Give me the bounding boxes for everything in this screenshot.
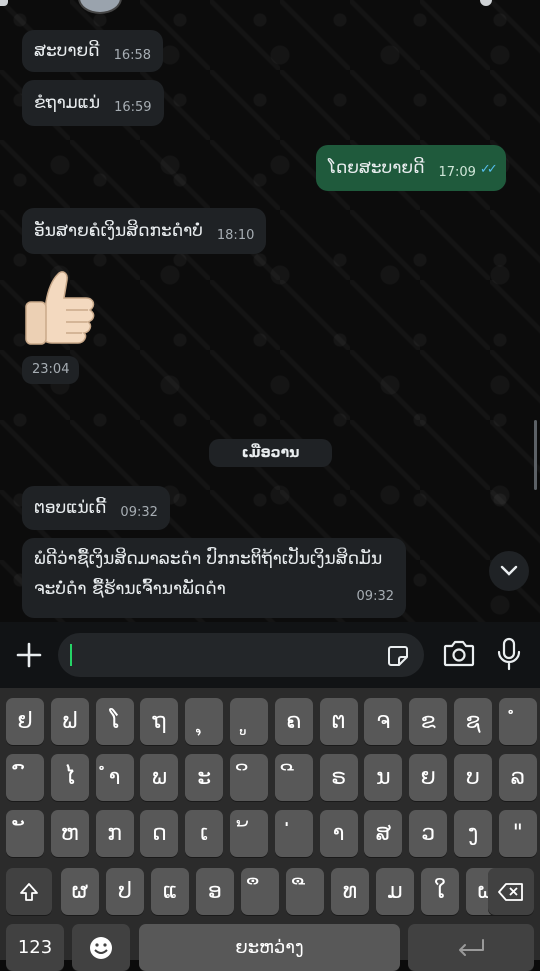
message-time: 09:32	[120, 505, 158, 520]
camera-button[interactable]	[443, 639, 475, 671]
key[interactable]: ໂ	[95, 698, 134, 745]
call-icon[interactable]	[480, 0, 492, 6]
key[interactable]: ໍ	[498, 698, 537, 745]
read-ticks-icon: ✓✓	[479, 162, 498, 177]
key[interactable]: ດ	[140, 810, 179, 857]
message-text: ຂໍຖາມແນ່	[34, 93, 101, 113]
key[interactable]: ິ	[230, 754, 268, 801]
message-input-bar	[0, 622, 540, 688]
message-text-line: ຈະບໍ່ດໍາ ຊື້ຮ້ານເຈົ້ານາພັດດໍາ	[34, 579, 226, 599]
emoji-icon	[90, 936, 112, 959]
key[interactable]: ະ	[185, 754, 224, 801]
key[interactable]: ົ	[6, 754, 44, 801]
message-text: ຕອບແນ່ເດີ້	[34, 498, 107, 518]
back-icon[interactable]	[0, 0, 8, 6]
key[interactable]: ຢ	[6, 698, 44, 745]
message-text: ອັນສາຍຄໍເງິນສິດກະດໍາບໍ່	[34, 221, 203, 241]
chevron-down-icon	[500, 565, 518, 576]
message-bubble[interactable]: ຂໍຖາມແນ່ 16:59	[22, 80, 164, 126]
message-bubble[interactable]: ຕອບແນ່ເດີ້ 09:32	[22, 486, 170, 530]
space-key[interactable]: ຍະຫວ່າງ	[139, 924, 400, 971]
shift-key[interactable]	[6, 868, 52, 915]
sticker-button[interactable]	[386, 644, 410, 672]
key[interactable]: ໄ	[50, 754, 89, 801]
message-bubble[interactable]: ພໍດີວ່າຊື້ເງິນສິດມາລະດໍາ ປົກກະຕິຖ້າເປັນເ…	[22, 538, 406, 618]
key[interactable]: ມ	[376, 868, 414, 915]
scroll-indicator[interactable]	[534, 420, 537, 490]
key[interactable]: ຂ	[409, 698, 448, 745]
key[interactable]: ັ	[6, 810, 44, 857]
thumbs-up-emoji-message[interactable]	[22, 268, 98, 348]
key[interactable]: ຶ	[241, 868, 279, 915]
key[interactable]: ້	[230, 810, 268, 857]
outgoing-message-bubble[interactable]: ໂດຍສະບາຍດີ 17:09 ✓✓	[316, 145, 506, 191]
keyboard: ຢຟໂຖຸູຄຕຈຂຊໍົໄຳພະິີຣນຍບລັຫກດເ້່າສວງ" ຜປແອ…	[0, 688, 540, 971]
key[interactable]: ບ	[454, 754, 492, 801]
attach-button[interactable]	[14, 632, 44, 678]
message-text: ສະບາຍດີ	[34, 41, 100, 61]
key[interactable]: ຟ	[50, 698, 89, 745]
key[interactable]: ແ	[151, 868, 189, 915]
voice-message-button[interactable]	[496, 637, 522, 675]
key[interactable]: ຳ	[95, 754, 134, 801]
key[interactable]: ຜ	[61, 868, 99, 915]
key[interactable]: ປ	[106, 868, 144, 915]
microphone-icon	[497, 637, 521, 671]
return-icon	[459, 938, 484, 956]
key[interactable]: ລ	[498, 754, 537, 801]
message-bubble[interactable]: ສະບາຍດີ 16:58	[22, 30, 164, 72]
message-bubble[interactable]: ອັນສາຍຄໍເງິນສິດກະດໍາບໍ່ 18:10	[22, 208, 267, 254]
key[interactable]: ວ	[409, 810, 448, 857]
key[interactable]: ທ	[331, 868, 369, 915]
key[interactable]: ເ	[185, 810, 224, 857]
message-time: 16:59	[114, 100, 152, 115]
return-key[interactable]	[408, 924, 534, 971]
scroll-to-bottom-button[interactable]	[489, 551, 529, 591]
key[interactable]: ຣ	[319, 754, 358, 801]
message-time: 17:09	[438, 165, 476, 180]
message-time: 23:04	[22, 356, 80, 384]
key[interactable]: ີ	[274, 754, 313, 801]
chat-area: ສະບາຍດີ 16:58 ຂໍຖາມແນ່ 16:59 ໂດຍສະບາຍດີ 17:…	[0, 0, 540, 622]
camera-icon	[443, 640, 475, 667]
key[interactable]: ່	[274, 810, 313, 857]
key[interactable]: ູ	[230, 698, 268, 745]
numbers-key[interactable]: 123	[6, 924, 64, 971]
key[interactable]: ນ	[364, 754, 403, 801]
key[interactable]: ອ	[196, 868, 234, 915]
key[interactable]: ງ	[454, 810, 492, 857]
thumbs-up-icon	[25, 271, 95, 345]
key[interactable]: ຊ	[454, 698, 492, 745]
avatar[interactable]	[78, 0, 122, 14]
backspace-icon	[498, 882, 523, 901]
message-time: 09:32	[356, 589, 394, 604]
key[interactable]: ຈ	[364, 698, 403, 745]
key[interactable]: ສ	[364, 810, 403, 857]
text-cursor	[70, 644, 72, 666]
shift-icon	[20, 882, 38, 901]
message-text-line: ພໍດີວ່າຊື້ເງິນສິດມາລະດໍາ ປົກກະຕິຖ້າເປັນເ…	[34, 549, 383, 569]
plus-icon	[16, 642, 42, 668]
backspace-key[interactable]	[488, 868, 534, 915]
key[interactable]: ໃ	[421, 868, 459, 915]
message-time: 16:58	[113, 48, 152, 63]
key[interactable]: າ	[319, 810, 358, 857]
date-divider: ເມື່ອວານ	[209, 439, 332, 467]
key[interactable]: ຫ	[50, 810, 89, 857]
key[interactable]: ຍ	[409, 754, 448, 801]
key[interactable]: ຄ	[274, 698, 313, 745]
message-input[interactable]	[58, 633, 424, 677]
key[interactable]: ພ	[140, 754, 179, 801]
key[interactable]: ຕ	[319, 698, 358, 745]
key[interactable]: ຖ	[140, 698, 179, 745]
message-time: 18:10	[216, 228, 255, 243]
key[interactable]: ຸ	[185, 698, 224, 745]
message-text: ໂດຍສະບາຍດີ	[328, 158, 425, 178]
key[interactable]: ກ	[95, 810, 134, 857]
emoji-key[interactable]	[72, 924, 130, 971]
key[interactable]: "	[498, 810, 537, 857]
key[interactable]: ື	[286, 868, 324, 915]
sticker-icon	[388, 646, 408, 666]
